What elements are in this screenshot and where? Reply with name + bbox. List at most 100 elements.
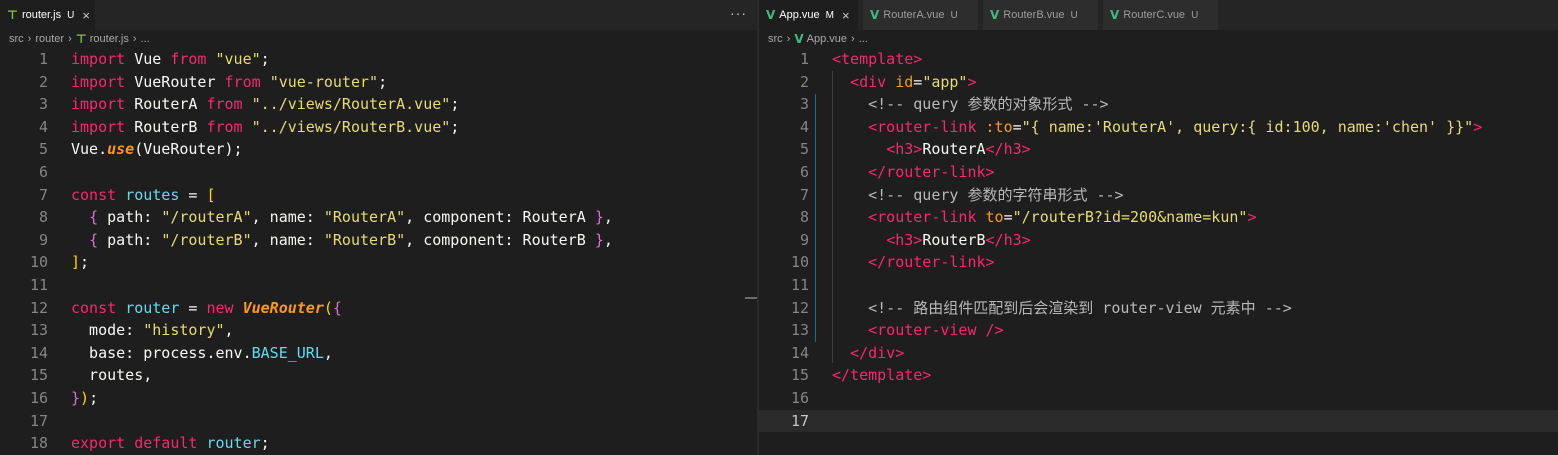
breadcrumb: src › V App.vue › ... — [759, 30, 1558, 48]
code-line[interactable]: 18 export default router; — [0, 432, 757, 455]
code-token: "/routerA" — [161, 208, 252, 227]
code-line[interactable]: 14 </div> — [759, 342, 1558, 365]
chevron-right-icon: › — [851, 33, 855, 45]
code-token: <h3> — [886, 140, 923, 159]
code-line[interactable]: 10]; — [0, 251, 757, 274]
tab-router-js[interactable]: ⊤ router.js U × — [0, 0, 96, 30]
code-line[interactable]: 3 <!-- query 参数的对象形式 --> — [759, 93, 1558, 116]
code-line[interactable]: 13 mode: "history", — [0, 319, 757, 342]
line-text: Vue.use(VueRouter); — [71, 138, 243, 161]
scrollbar-marker[interactable] — [745, 297, 757, 299]
tab-routera-vue[interactable]: V RouterA.vue U — [863, 0, 979, 30]
line-text: import RouterA from "../views/RouterA.vu… — [71, 93, 459, 116]
breadcrumb-item[interactable]: ... — [141, 33, 150, 45]
code-token: , — [603, 208, 613, 227]
code-token: "/routerB" — [161, 230, 252, 249]
code-line[interactable]: 13 <router-view /> — [759, 319, 1558, 342]
breadcrumb-item[interactable]: src — [768, 33, 783, 45]
chevron-right-icon: › — [68, 33, 72, 45]
code-line[interactable]: 4 <router-link :to="{ name:'RouterA', qu… — [759, 116, 1558, 139]
code-token: router — [206, 434, 261, 453]
code-token: :to — [985, 117, 1013, 136]
code-token: > — [967, 72, 977, 91]
breadcrumb-item[interactable]: router.js — [90, 33, 129, 45]
code-line[interactable]: 2 import VueRouter from "vue-router"; — [0, 71, 757, 94]
code-token: </router-link> — [868, 162, 995, 181]
close-icon[interactable]: × — [842, 8, 850, 23]
code-line[interactable]: 17 — [759, 409, 1558, 433]
code-token: <h3> — [886, 230, 923, 249]
line-number: 14 — [29, 343, 48, 362]
code-line[interactable]: 8 <router-link to="/routerB?id=200&name=… — [759, 206, 1558, 229]
code-token: RouterA — [125, 95, 207, 114]
code-line[interactable]: 1 <template> — [759, 48, 1558, 71]
code-line[interactable]: 5 <h3>RouterA</h3> — [759, 138, 1558, 161]
code-line[interactable]: 7 const routes = [ — [0, 184, 757, 207]
tab-app-vue[interactable]: V App.vue M × — [759, 0, 859, 30]
code-line[interactable]: 17 — [0, 410, 757, 433]
code-editor[interactable]: 1 import Vue from "vue"; 2 import VueRouter… — [0, 48, 757, 455]
code-line[interactable]: 2 <div id="app"> — [759, 71, 1558, 94]
code-token: import — [71, 117, 126, 136]
code-token: , — [603, 230, 613, 249]
code-line[interactable]: 14 base: process.env.BASE_URL, — [0, 342, 757, 365]
close-icon[interactable]: × — [82, 8, 90, 23]
code-line[interactable]: 11 — [0, 274, 757, 297]
line-text: </div> — [832, 342, 904, 365]
code-line[interactable]: 9 { path: "/routerB", name: "RouterB", c… — [0, 229, 757, 252]
code-line[interactable]: 8 { path: "/routerA", name: "RouterA", c… — [0, 206, 757, 229]
code-line[interactable]: 9 <h3>RouterB</h3> — [759, 229, 1558, 252]
code-token: path: — [98, 208, 162, 227]
code-token: , component: RouterB — [405, 230, 595, 249]
code-line[interactable]: 6 </router-link> — [759, 161, 1558, 184]
more-actions-icon[interactable]: ··· — [730, 5, 747, 21]
code-token: "../views/RouterA.vue" — [251, 95, 451, 114]
line-number: 6 — [799, 162, 809, 181]
code-line[interactable]: 16}); — [0, 387, 757, 410]
tab-routerc-vue[interactable]: V RouterC.vue U — [1103, 0, 1219, 30]
code-line[interactable]: 3 import RouterA from "../views/RouterA.v… — [0, 93, 757, 116]
code-line[interactable]: 5 Vue.use(VueRouter); — [0, 138, 757, 161]
code-line[interactable]: 12 <!-- 路由组件匹配到后会渲染到 router-view 元素中 --> — [759, 297, 1558, 320]
code-token: const — [71, 185, 117, 204]
breadcrumb-item[interactable]: router — [35, 33, 64, 45]
code-line[interactable]: 11 — [759, 274, 1558, 297]
code-token: routes — [125, 185, 180, 204]
code-token: = — [913, 72, 923, 91]
breadcrumb-item[interactable]: src — [9, 33, 24, 45]
code-line[interactable]: 7 <!-- query 参数的字符串形式 --> — [759, 184, 1558, 207]
line-number: 6 — [38, 162, 48, 181]
line-number: 3 — [799, 95, 809, 114]
tab-label: RouterB.vue — [1003, 9, 1065, 21]
line-number: 5 — [38, 140, 48, 159]
code-line[interactable]: 1 import Vue from "vue"; — [0, 48, 757, 71]
code-line[interactable]: 15 </template> — [759, 364, 1558, 387]
code-line[interactable]: 15 routes, — [0, 364, 757, 387]
line-number: 4 — [799, 117, 809, 136]
code-editor[interactable]: 1 <template> 2 <div id="app"> 3 <!-- query … — [759, 48, 1558, 433]
code-line[interactable]: 6 — [0, 161, 757, 184]
line-number: 12 — [29, 298, 48, 317]
tab-status: U — [67, 9, 75, 21]
line-number: 11 — [29, 275, 48, 294]
editor-root: ⊤ router.js U × ··· src › router › ⊤ rou… — [0, 0, 1558, 455]
code-line[interactable]: 4 import RouterB from "../views/RouterB.v… — [0, 116, 757, 139]
line-text: </template> — [832, 364, 931, 387]
line-text: { path: "/routerA", name: "RouterA", com… — [71, 206, 613, 229]
code-line[interactable]: 10 </router-link> — [759, 251, 1558, 274]
breadcrumb-item[interactable]: App.vue — [807, 33, 847, 45]
code-line[interactable]: 16 — [759, 387, 1558, 410]
line-number: 9 — [799, 230, 809, 249]
code-line[interactable]: 12 const router = new VueRouter({ — [0, 297, 757, 320]
code-token: VueRouter — [242, 298, 324, 317]
code-token: ) — [80, 388, 90, 407]
code-token: RouterB — [125, 117, 207, 136]
tab-routerb-vue[interactable]: V RouterB.vue U — [983, 0, 1099, 30]
breadcrumb-item[interactable]: ... — [859, 33, 868, 45]
code-token: ; — [450, 117, 460, 136]
